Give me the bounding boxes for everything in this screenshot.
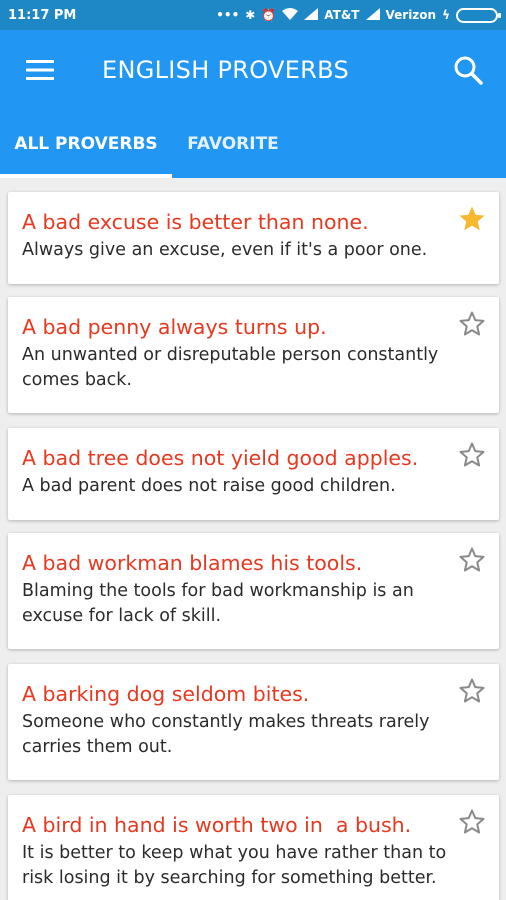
proverb-text: A barking dog seldom bites. (22, 682, 310, 706)
proverb-text: A bad excuse is better than none. (22, 210, 369, 234)
proverb-text: A bad workman blames his tools. (22, 551, 363, 575)
proverb-text: A bird in hand is worth two in a bush. (22, 813, 412, 837)
signal-icon (304, 7, 319, 23)
proverb-meaning: Blaming the tools for bad workmanship is… (22, 581, 414, 626)
star-outline-icon[interactable] (457, 676, 487, 706)
proverb-card[interactable]: A bird in hand is worth two in a bush. I… (8, 795, 499, 900)
proverb-card[interactable]: A bad tree does not yield good apples. A… (8, 428, 499, 520)
proverb-card[interactable]: A bad workman blames his tools. Blaming … (8, 533, 499, 649)
tab-bar: ALL PROVERBS FAVORITE (0, 110, 506, 178)
hamburger-menu-icon (26, 60, 54, 80)
status-icons: ••• ✱ ⏰ AT&T Verizon ϟ (216, 7, 501, 23)
proverb-meaning: Someone who constantly makes threats rar… (22, 712, 430, 757)
tab-favorite[interactable]: FAVORITE (172, 110, 294, 178)
status-time: 11:17 PM (8, 7, 77, 23)
search-icon (454, 56, 483, 85)
charging-icon: ϟ (442, 8, 450, 22)
tab-all-proverbs[interactable]: ALL PROVERBS (0, 110, 172, 178)
search-button[interactable] (444, 46, 492, 94)
proverb-meaning: A bad parent does not raise good childre… (22, 476, 396, 496)
carrier-1-label: AT&T (324, 8, 360, 22)
star-outline-icon[interactable] (457, 807, 487, 837)
proverb-card[interactable]: A bad penny always turns up. An unwanted… (8, 297, 499, 413)
proverb-meaning: Always give an excuse, even if it's a po… (22, 240, 428, 260)
star-outline-icon[interactable] (457, 545, 487, 575)
more-dots-icon: ••• (216, 8, 240, 22)
proverb-meaning: An unwanted or disreputable person const… (22, 345, 439, 390)
app-title: ENGLISH PROVERBS (102, 56, 350, 84)
star-outline-icon[interactable] (457, 440, 487, 470)
menu-button[interactable] (0, 30, 80, 110)
battery-icon (456, 7, 501, 23)
proverb-card[interactable]: A bad excuse is better than none. Always… (8, 192, 499, 284)
proverb-list[interactable]: A bad excuse is better than none. Always… (0, 178, 506, 900)
signal-icon (365, 7, 380, 23)
star-outline-icon[interactable] (457, 309, 487, 339)
carrier-2-label: Verizon (385, 8, 437, 22)
wifi-icon (282, 7, 299, 23)
alarm-icon: ⏰ (261, 8, 277, 22)
bluetooth-icon: ✱ (245, 8, 256, 22)
status-bar: 11:17 PM ••• ✱ ⏰ AT&T Verizon ϟ (0, 0, 506, 30)
proverb-text: A bad penny always turns up. (22, 315, 327, 339)
star-filled-icon[interactable] (457, 204, 487, 234)
proverb-card[interactable]: A barking dog seldom bites. Someone who … (8, 664, 499, 780)
proverb-text: A bad tree does not yield good apples. (22, 446, 419, 470)
app-bar: ENGLISH PROVERBS (0, 30, 506, 110)
proverb-meaning: It is better to keep what you have rathe… (22, 843, 447, 888)
